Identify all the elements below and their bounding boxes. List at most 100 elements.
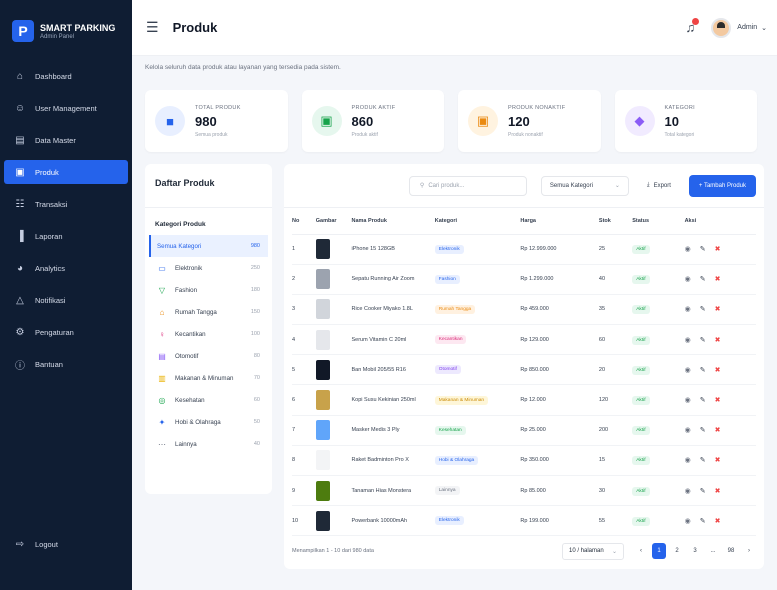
row-actions: ◉ ✎ ✖ [685,336,756,344]
view-icon[interactable]: ◉ [685,396,691,404]
product-name: iPhone 15 128GB [351,234,435,265]
category-item[interactable]: ▽ Fashion 180 [149,279,268,301]
sidebar-item-bantuan[interactable]: ⓘ Bantuan [4,352,128,376]
category-item[interactable]: ◎ Kesehatan 60 [149,389,268,411]
category-item[interactable]: ▤ Otomotif 80 [149,345,268,367]
delete-icon[interactable]: ✖ [715,305,721,313]
edit-icon[interactable]: ✎ [700,456,706,464]
category-item[interactable]: Semua Kategori 980 [149,235,268,257]
delete-icon[interactable]: ✖ [715,366,721,374]
view-icon[interactable]: ◉ [685,456,691,464]
page-button[interactable]: 1 [652,543,666,559]
status-cell: Aktif [632,415,685,446]
edit-icon[interactable]: ✎ [700,426,706,434]
edit-icon[interactable]: ✎ [700,275,706,283]
bell-icon[interactable]: ♫ [686,18,700,35]
row-number: 2 [292,264,316,295]
sidebar-item-notifikasi[interactable]: △ Notifikasi [4,288,128,312]
status-cell: Aktif [632,384,685,416]
add-product-button[interactable]: + Tambah Produk [688,174,756,197]
stat-icon: ▣ [311,106,342,136]
edit-icon[interactable]: ✎ [700,245,706,253]
sidebar-item-pengaturan[interactable]: ⚙ Pengaturan [4,320,128,344]
category-icon: ♀ [159,329,165,339]
view-icon[interactable]: ◉ [685,426,691,434]
panel-title: Daftar Produk [145,164,272,208]
category-item[interactable]: ▭ Elektronik 250 [149,257,268,279]
row-number: 8 [292,445,316,477]
menu-icon[interactable]: ☰ [146,19,159,36]
view-icon[interactable]: ◉ [685,366,691,374]
row-actions: ◉ ✎ ✖ [685,426,756,434]
sidebar-item-analytics[interactable]: ◕ Analytics [4,256,128,280]
category-item[interactable]: ▥ Makanan & Minuman 70 [149,367,268,389]
stat-sub: Total kategori [664,131,695,138]
page-button[interactable]: 3 [688,543,702,559]
product-stock: 15 [598,445,633,477]
category-item[interactable]: ⌂ Rumah Tangga 150 [149,301,268,323]
edit-icon[interactable]: ✎ [700,396,706,404]
category-item[interactable]: ♀ Kecantikan 100 [149,323,268,345]
category-icon: ✦ [158,417,166,427]
category-icon: ▭ [158,263,166,273]
edit-icon[interactable]: ✎ [700,305,706,313]
product-stock: 200 [598,415,633,446]
edit-icon[interactable]: ✎ [700,366,706,374]
column-header: Status [632,208,685,235]
export-button[interactable]: ⤓ Export [637,176,681,196]
sidebar-item-data-master[interactable]: ▤ Data Master [4,128,128,152]
avatar[interactable] [711,17,732,38]
view-icon[interactable]: ◉ [685,336,691,344]
view-icon[interactable]: ◉ [685,275,691,283]
page-button[interactable]: ... [706,543,720,559]
page-button[interactable]: 98 [724,543,738,559]
status-cell: Aktif [632,475,685,507]
sidebar-item-label: Analytics [35,263,66,273]
edit-icon[interactable]: ✎ [700,517,706,525]
page-button[interactable]: › [742,543,756,559]
logout-button[interactable]: ⇨ Logout [4,532,128,556]
page-button[interactable]: 2 [670,543,684,559]
actions-cell: ◉ ✎ ✖ [684,354,756,386]
product-name: Raket Badminton Pro X [351,445,435,477]
sidebar-item-laporan[interactable]: ▐ Laporan [4,224,128,248]
delete-icon[interactable]: ✖ [715,426,721,434]
sidebar-item-produk[interactable]: ▣ Produk [4,160,128,184]
status-badge: Aktif [632,426,650,436]
sidebar-item-label: Bantuan [35,359,63,369]
delete-icon[interactable]: ✖ [715,517,721,525]
category-item[interactable]: ⋯ Lainnya 40 [149,433,268,455]
view-icon[interactable]: ◉ [685,305,691,313]
delete-icon[interactable]: ✖ [715,487,721,495]
chevron-down-icon[interactable]: ⌄ [761,24,767,32]
view-icon[interactable]: ◉ [685,487,691,495]
edit-icon[interactable]: ✎ [700,487,706,495]
product-stock: 55 [598,505,633,537]
view-icon[interactable]: ◉ [685,245,691,253]
category-filter-select[interactable]: Semua Kategori ⌄ [540,175,629,196]
page-button[interactable]: ‹ [634,543,648,559]
edit-icon[interactable]: ✎ [700,336,706,344]
sidebar-item-user-management[interactable]: ☺ User Management [4,96,128,120]
product-image-cell [315,234,352,265]
search-input[interactable]: ⚲ Cari produk... [408,175,527,196]
delete-icon[interactable]: ✖ [715,456,721,464]
column-header: Nama Produk [351,208,435,235]
sidebar-item-transaksi[interactable]: ☷ Transaksi [4,192,128,216]
stat-label: KATEGORI [664,104,695,111]
actions-cell: ◉ ✎ ✖ [684,324,756,356]
delete-icon[interactable]: ✖ [715,336,721,344]
sidebar-item-label: Laporan [35,231,63,241]
table-row: 3 Rice Cooker Miyako 1.8L Rumah Tangga Rp 4… [292,294,756,326]
sidebar-item-dashboard[interactable]: ⌂ Dashboard [4,64,128,88]
per-page-select[interactable]: 10 / halaman ⌄ [562,542,624,560]
user-name[interactable]: Admin [737,24,757,31]
delete-icon[interactable]: ✖ [715,245,721,253]
category-icon: ▤ [158,351,166,361]
category-item[interactable]: ✦ Hobi & Olahraga 50 [149,411,268,433]
category-cell: Rumah Tangga [434,294,521,326]
stat-label: PRODUK AKTIF [351,104,396,111]
view-icon[interactable]: ◉ [685,517,691,525]
delete-icon[interactable]: ✖ [715,396,721,404]
delete-icon[interactable]: ✖ [715,275,721,283]
